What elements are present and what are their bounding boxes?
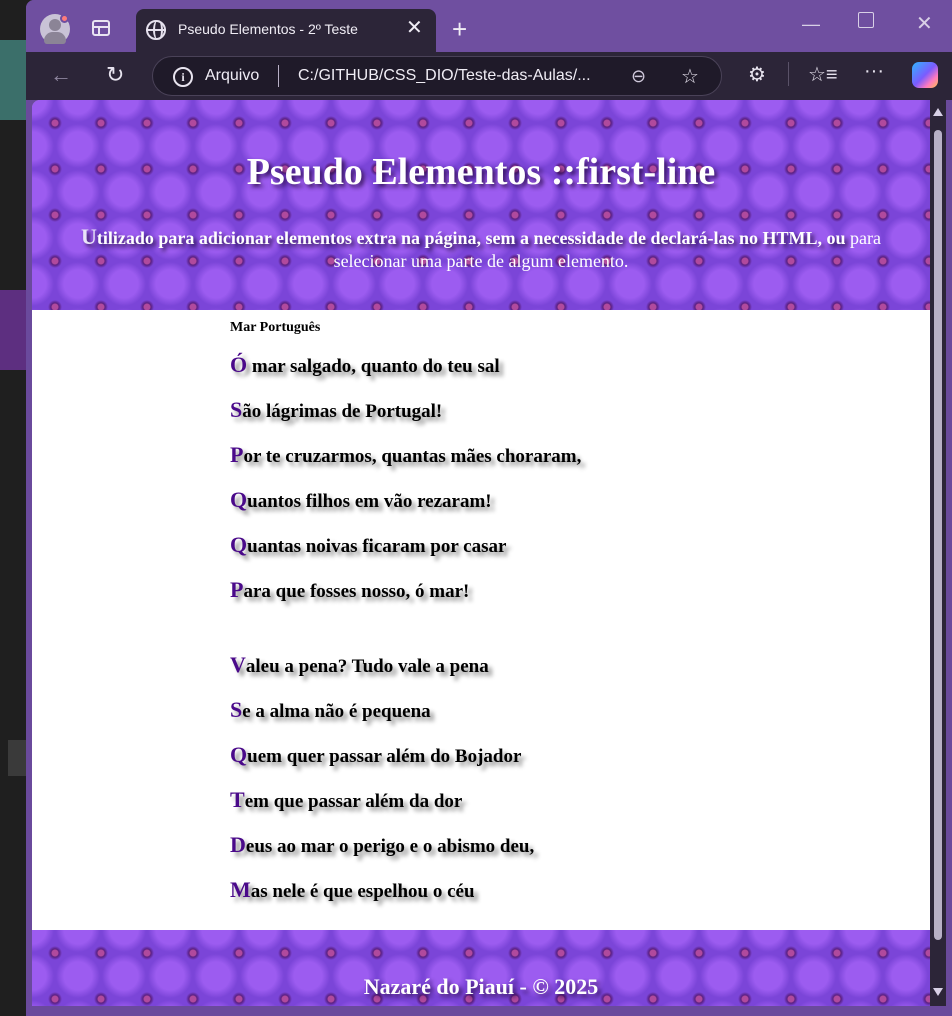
verse-initial: Ó (230, 352, 248, 377)
verse: Valeu a pena? Tudo vale a pena (230, 652, 830, 697)
verse-text: or te cruzarmos, quantas mães choraram, (243, 446, 582, 467)
tab-strip: Pseudo Elementos - 2º Teste ✕ + — ✕ (26, 0, 952, 52)
page-title: Pseudo Elementos ::first-line (246, 151, 716, 193)
vertical-scrollbar[interactable] (930, 100, 946, 1006)
verse-text: e a alma não é pequena (242, 701, 431, 722)
profile-icon[interactable] (40, 14, 70, 44)
intro-first-letter: U (80, 224, 97, 249)
favorite-star-icon[interactable]: ☆ (681, 64, 699, 89)
verse-text: mar salgado, quanto do teu sal (247, 356, 500, 377)
toolbar-divider (788, 62, 789, 86)
stanza-2: Valeu a pena? Tudo vale a pena Se a alma… (230, 652, 830, 922)
verse-initial: P (230, 577, 244, 602)
minimize-icon[interactable]: — (802, 14, 820, 35)
globe-icon (146, 20, 166, 40)
page-viewport: Pseudo Elementos ::first-line Utilizado … (32, 100, 930, 1006)
page-header: Pseudo Elementos ::first-line Utilizado … (32, 100, 930, 310)
verse: Deus ao mar o perigo e o abismo deu, (230, 832, 830, 877)
verse-text: uantos filhos em vão rezaram! (247, 491, 492, 512)
verse-initial: Q (230, 742, 248, 767)
address-url[interactable]: C:/GITHUB/CSS_DIO/Teste-das-Aulas/... (298, 67, 591, 85)
intro-first-line-text: tilizado para adicionar elementos extra … (96, 228, 846, 248)
intro-paragraph: Utilizado para adicionar elementos extra… (52, 225, 910, 273)
verse-text: uantas noivas ficaram por casar (247, 536, 507, 557)
notification-dot (60, 14, 69, 23)
footer-text: Nazaré do Piauí - © 2025 (363, 974, 599, 999)
verse-text: em que passar além da dor (244, 791, 463, 812)
back-icon[interactable]: ← (50, 62, 72, 88)
tab-title: Pseudo Elementos - 2º Teste (178, 21, 358, 37)
verse-initial: P (230, 442, 244, 467)
extensions-icon[interactable]: ⚙ (748, 62, 766, 87)
browser-window: Pseudo Elementos - 2º Teste ✕ + — ✕ ← ↻ … (26, 0, 952, 1016)
info-icon[interactable]: i (173, 67, 193, 87)
stanza-gap (230, 622, 830, 652)
more-icon[interactable]: ··· (864, 60, 884, 83)
verse-initial: D (230, 832, 246, 857)
verse-initial: T (230, 787, 245, 812)
verse-initial: M (230, 877, 251, 902)
page-footer: Nazaré do Piauí - © 2025 (32, 930, 930, 1006)
scroll-up-icon[interactable] (933, 108, 943, 116)
browser-tab[interactable]: Pseudo Elementos - 2º Teste ✕ (136, 9, 436, 52)
verse-text: aleu a pena? Tudo vale a pena (245, 656, 489, 677)
poem: Mar Português Ó mar salgado, quanto do t… (230, 320, 830, 922)
refresh-icon[interactable]: ↻ (106, 62, 124, 88)
verse: Se a alma não é pequena (230, 697, 830, 742)
verse-initial: S (230, 397, 243, 422)
verse-text: as nele é que espelhou o céu (250, 881, 475, 902)
intro-first-line: Utilizado para adicionar elementos extra… (81, 225, 846, 248)
verse-initial: S (230, 697, 243, 722)
verse-initial: Q (230, 532, 248, 557)
verse-text: uem quer passar além do Bojador (247, 746, 522, 767)
scrollbar-thumb[interactable] (934, 130, 942, 940)
verse-text: ara que fosses nosso, ó mar! (243, 581, 470, 602)
close-window-icon[interactable]: ✕ (916, 11, 933, 36)
scroll-down-icon[interactable] (933, 988, 943, 996)
copilot-icon[interactable] (912, 62, 938, 88)
tabs-icon[interactable] (92, 20, 110, 36)
favorites-icon[interactable]: ☆≡ (808, 62, 838, 87)
address-scheme: Arquivo (205, 67, 260, 84)
verse: Quem quer passar além do Bojador (230, 742, 830, 787)
maximize-icon[interactable] (858, 12, 874, 28)
verse: Para que fosses nosso, ó mar! (230, 577, 830, 622)
verse: São lágrimas de Portugal! (230, 397, 830, 442)
verse: Quantas noivas ficaram por casar (230, 532, 830, 577)
address-bar[interactable]: i Arquivo C:/GITHUB/CSS_DIO/Teste-das-Au… (152, 56, 722, 96)
close-icon[interactable]: ✕ (406, 18, 423, 38)
verse-initial: V (230, 652, 246, 677)
new-tab-button[interactable]: + (452, 16, 467, 42)
address-separator (278, 65, 279, 87)
poem-title: Mar Português (230, 320, 321, 335)
verse-text: eus ao mar o perigo e o abismo deu, (245, 836, 535, 857)
address-toolbar: ← ↻ i Arquivo C:/GITHUB/CSS_DIO/Teste-da… (26, 52, 952, 100)
zoom-icon[interactable]: ⊖ (631, 66, 646, 87)
verse: Ó mar salgado, quanto do teu sal (230, 352, 830, 397)
verse: Por te cruzarmos, quantas mães choraram, (230, 442, 830, 487)
stanza-1: Ó mar salgado, quanto do teu sal São lág… (230, 352, 830, 622)
verse-text: ão lágrimas de Portugal! (242, 401, 443, 422)
verse: Tem que passar além da dor (230, 787, 830, 832)
verse: Mas nele é que espelhou o céu (230, 877, 830, 922)
verse: Quantos filhos em vão rezaram! (230, 487, 830, 532)
verse-initial: Q (230, 487, 248, 512)
